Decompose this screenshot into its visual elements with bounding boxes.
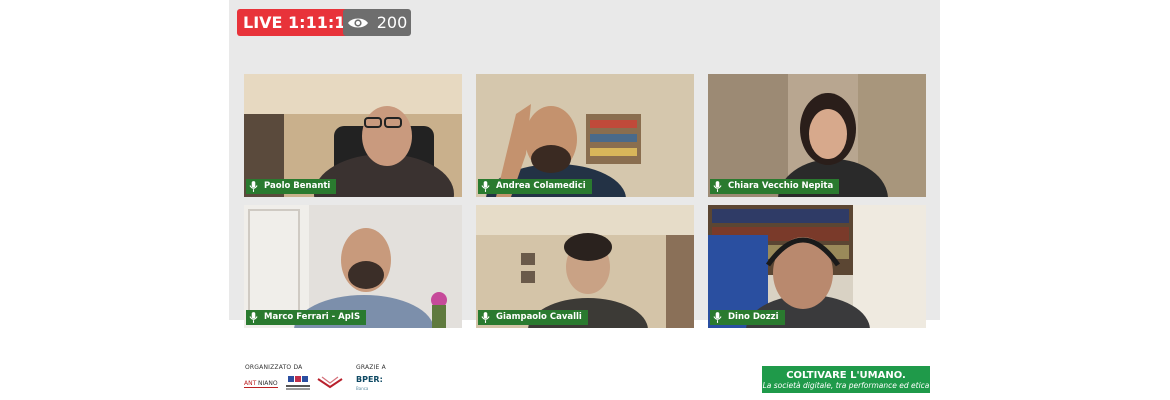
svg-text:NIANO: NIANO <box>258 380 278 387</box>
video-tile[interactable]: Giampaolo Cavalli <box>476 205 694 328</box>
participant-nameplate: Andrea Colamedici <box>478 179 592 194</box>
participant-nameplate: Giampaolo Cavalli <box>478 310 588 325</box>
eye-icon <box>347 18 368 27</box>
video-tile[interactable]: Dino Dozzi <box>708 205 926 328</box>
live-timer: LIVE 1:11:15 <box>243 13 357 32</box>
sponsor-logo: BPER: <box>356 375 383 384</box>
microphone-icon <box>249 312 258 323</box>
organizer-logo-3 <box>316 375 344 396</box>
microphone-icon <box>481 312 490 323</box>
participant-name: Dino Dozzi <box>728 312 779 322</box>
participant-name: Marco Ferrari - ApIS <box>264 312 361 322</box>
video-tile[interactable]: Marco Ferrari - ApIS <box>244 205 462 328</box>
microphone-icon <box>713 312 722 323</box>
organizer-logo-1: ANT NIANO <box>244 376 278 395</box>
event-banner: COLTIVARE L'UMANO. La società digitale, … <box>762 366 930 393</box>
organizer-logo-2 <box>286 375 310 396</box>
thanks-to-label: GRAZIE A <box>356 364 386 371</box>
participant-nameplate: Marco Ferrari - ApIS <box>246 310 367 325</box>
svg-text:ANT: ANT <box>244 380 257 387</box>
microphone-icon <box>481 181 490 192</box>
video-tile[interactable]: Andrea Colamedici <box>476 74 694 197</box>
microphone-icon <box>713 181 722 192</box>
participant-nameplate: Dino Dozzi <box>710 310 785 325</box>
participant-name: Andrea Colamedici <box>496 181 586 191</box>
video-tile[interactable]: Chiara Vecchio Nepita <box>708 74 926 197</box>
viewer-count-badge: 200 <box>343 9 411 36</box>
participant-name: Giampaolo Cavalli <box>496 312 582 322</box>
video-tile[interactable]: Paolo Benanti <box>244 74 462 197</box>
viewer-count: 200 <box>376 13 408 32</box>
banner-subtitle: La società digitale, tra performance ed … <box>762 381 930 390</box>
participant-nameplate: Chiara Vecchio Nepita <box>710 179 840 194</box>
participant-name: Chiara Vecchio Nepita <box>728 181 834 191</box>
participant-nameplate: Paolo Benanti <box>246 179 337 194</box>
organized-by-label: ORGANIZZATO DA <box>245 364 303 371</box>
microphone-icon <box>249 181 258 192</box>
banner-title: COLTIVARE L'UMANO. <box>786 370 906 381</box>
participant-name: Paolo Benanti <box>264 181 331 191</box>
sponsor-sub: Banca <box>356 386 369 391</box>
